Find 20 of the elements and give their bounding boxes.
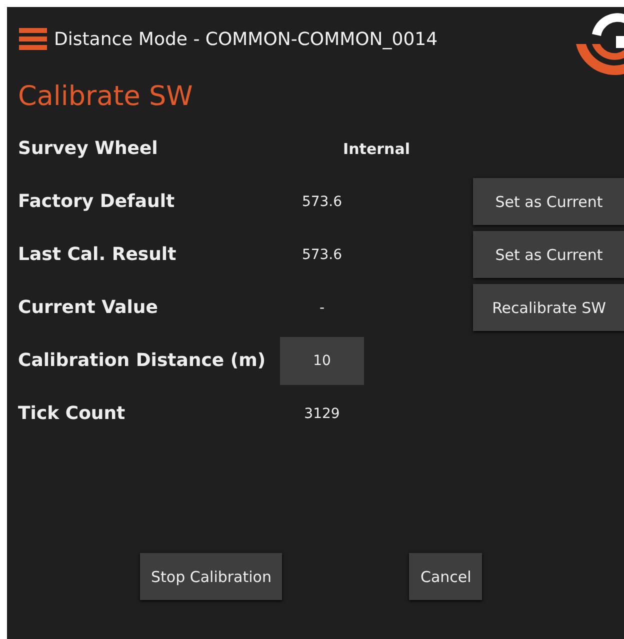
set-button[interactable]: Set as Current — [473, 231, 624, 278]
set-button[interactable]: Set as Current — [473, 178, 624, 225]
field-label: Last Cal. Result — [18, 244, 178, 265]
field-value: Internal — [343, 140, 410, 158]
action-button[interactable]: Cancel — [409, 553, 482, 600]
field-value: - — [319, 300, 325, 316]
field-value: 3129 — [304, 406, 340, 422]
field-label: Tick Count — [18, 403, 126, 424]
action-button[interactable]: Stop Calibration — [140, 553, 282, 600]
header-title: Distance Mode - COMMON-COMMON_0014 — [54, 28, 438, 50]
field-label: Current Value — [18, 297, 159, 318]
field-value: 573.6 — [302, 246, 342, 262]
page-title: Calibrate SW — [18, 80, 194, 114]
field-label: Factory Default — [18, 191, 176, 212]
set-button[interactable]: Recalibrate SW — [473, 284, 624, 331]
field-label: Survey Wheel — [18, 138, 159, 159]
field-value: 573.6 — [302, 194, 342, 210]
menu-icon[interactable] — [19, 28, 47, 50]
field-label: Calibration Distance (m) — [18, 350, 267, 371]
input-field[interactable]: 10 — [280, 336, 364, 384]
